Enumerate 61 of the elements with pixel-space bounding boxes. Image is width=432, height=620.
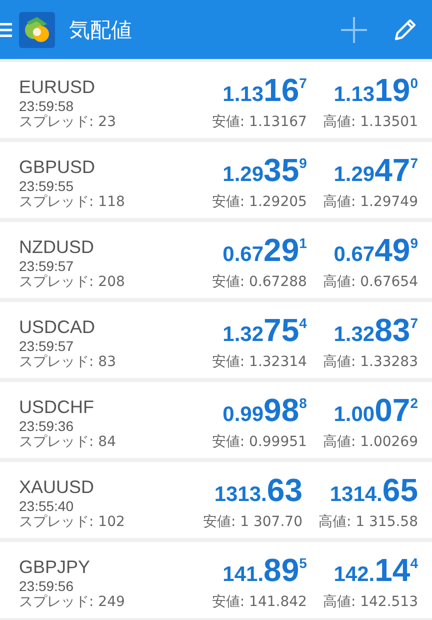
high-price: 高値: 0.67654 [322,274,418,291]
bid-price: 1.3275$^{4}$ [222,311,307,350]
quote-time: 23:55:40 [19,498,74,514]
add-icon[interactable] [340,16,368,44]
symbol-name: XAUUSD [19,476,96,498]
menu-icon[interactable] [0,22,12,36]
bid-price: 1.2935$^{9}$ [222,151,307,190]
quote-time: 23:59:57 [19,338,74,354]
low-price: 安値: 141.842 [212,594,307,611]
screen-title: 気配値 [69,16,133,44]
high-price: 高値: 142.513 [322,594,418,611]
low-price: 安値: 1.13167 [212,114,307,131]
quote-row[interactable]: GBPUSD 23:59:55 スプレッド: 118 1.2935$^{9}$ 安値: 1.29205 1.2947$^{7}$ 高値: 1.29749 [0,142,432,218]
quote-time: 23:59:55 [19,178,74,194]
quote-row[interactable]: EURUSD 23:59:58 スプレッド: 23 1.1316$^{7}$ 安値: 1.13167 1.1319$^{0}$ 高値: 1.13501 [0,62,432,138]
quote-row[interactable]: NZDUSD 23:59:57 スプレッド: 208 0.6729$^{1}$ 安値: 0.67288 0.6749$^{9}$ 高値: 0.67654 [0,222,432,298]
high-price: 高値: 1.00269 [322,434,418,451]
symbol-name: USDCAD [19,316,96,338]
low-price: 安値: 1.29205 [212,194,307,211]
quote-time: 23:59:58 [19,98,74,114]
quote-row[interactable]: XAUUSD 23:55:40 スプレッド: 102 1313.63 安値: 1 307.70 1314.65 高値: 1 315.58 [0,462,432,538]
app-logo-icon [19,12,55,48]
symbol-name: USDCHF [19,396,95,418]
bid-price: 1313.63 [214,471,302,510]
quote-time: 23:59:36 [19,418,74,434]
low-price: 安値: 0.67288 [212,274,307,291]
spread-text: スプレッド: 84 [19,434,117,451]
low-price: 安値: 1.32314 [212,354,307,371]
quote-row[interactable]: USDCHF 23:59:36 スプレッド: 84 0.9998$^{8}$ 安値: 0.99951 1.0007$^{2}$ 高値: 1.00269 [0,382,432,458]
spread-text: スプレッド: 23 [19,114,117,131]
low-price: 安値: 0.99951 [212,434,307,451]
symbol-name: NZDUSD [19,236,95,258]
ask-price: 1.2947$^{7}$ [334,151,418,190]
high-price: 高値: 1.33283 [322,354,418,371]
bid-price: 141.89$^{5}$ [222,551,307,590]
ask-price: 1.3283$^{7}$ [334,311,418,350]
ask-price: 142.14$^{4}$ [334,551,418,590]
spread-text: スプレッド: 83 [19,354,117,371]
quote-row[interactable]: GBPJPY 23:59:56 スプレッド: 249 141.89$^{5}$ 安値: 141.842 142.14$^{4}$ 高値: 142.513 [0,542,432,618]
bid-price: 1.1316$^{7}$ [222,71,307,110]
ask-price: 1.1319$^{0}$ [334,71,418,110]
high-price: 高値: 1.13501 [322,114,418,131]
high-price: 高値: 1 315.58 [318,514,418,531]
quote-time: 23:59:57 [19,258,74,274]
symbol-name: GBPJPY [19,556,92,578]
ask-price: 0.6749$^{9}$ [334,231,418,270]
spread-text: スプレッド: 102 [19,514,126,531]
quote-row[interactable]: USDCAD 23:59:57 スプレッド: 83 1.3275$^{4}$ 安値: 1.32314 1.3283$^{7}$ 高値: 1.33283 [0,302,432,378]
spread-text: スプレッド: 208 [19,274,126,291]
edit-icon[interactable] [392,16,418,42]
symbol-name: GBPUSD [19,156,96,178]
bid-price: 0.9998$^{8}$ [222,391,307,430]
low-price: 安値: 1 307.70 [202,514,302,531]
symbol-name: EURUSD [19,76,96,98]
spread-text: スプレッド: 249 [19,594,126,611]
ask-price: 1.0007$^{2}$ [334,391,418,430]
ask-price: 1314.65 [330,471,418,510]
bid-price: 0.6729$^{1}$ [222,231,307,270]
quote-time: 23:59:56 [19,578,74,594]
spread-text: スプレッド: 118 [19,194,126,211]
high-price: 高値: 1.29749 [322,194,418,211]
